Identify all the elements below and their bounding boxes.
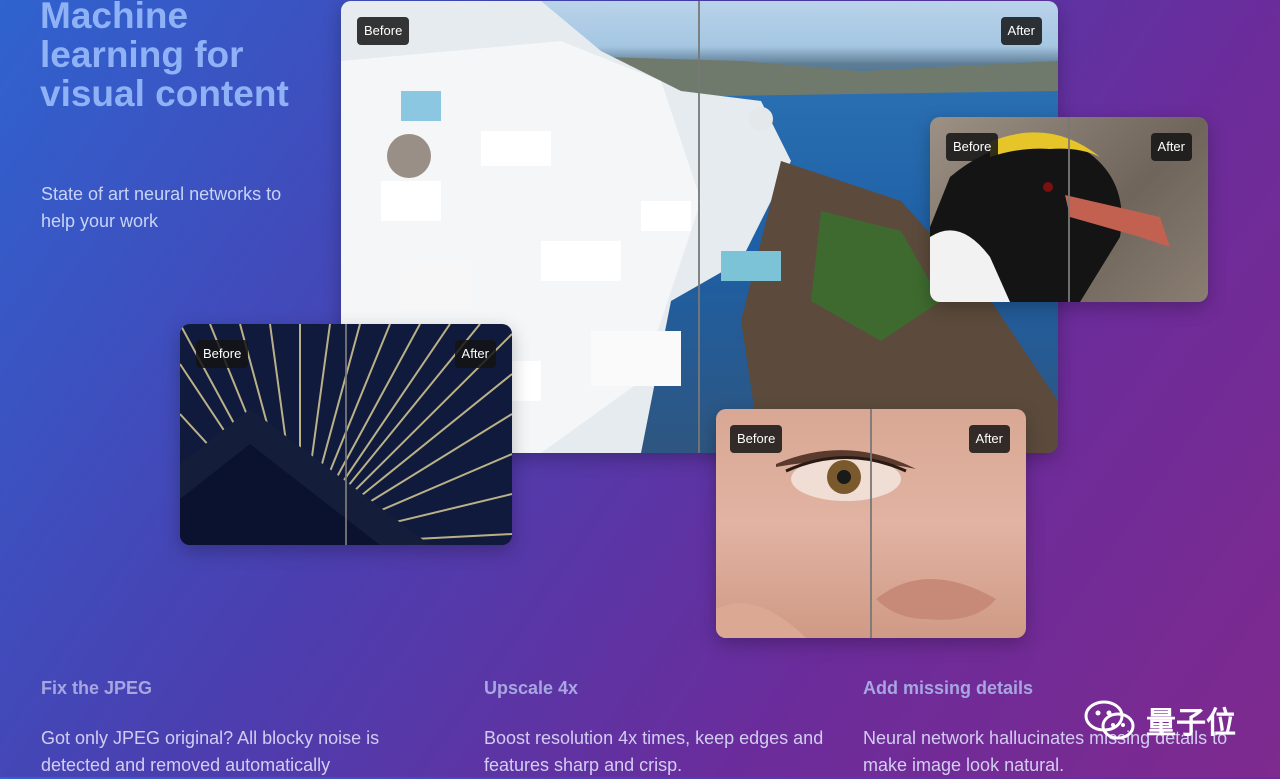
after-label: After: [968, 425, 1010, 453]
before-label: Before: [357, 17, 410, 45]
compare-divider[interactable]: [870, 409, 872, 638]
rays-comparison-image[interactable]: Before After: [180, 324, 512, 545]
before-label: Before: [730, 425, 783, 453]
feature-title-upscale: Upscale 4x: [484, 678, 579, 698]
hero-subtitle: State of art neural networks to help you…: [41, 184, 282, 231]
after-label: After: [1000, 17, 1042, 45]
compare-divider[interactable]: [345, 324, 347, 545]
hero-title: Machine learning for visual content: [40, 0, 289, 114]
feature-text-upscale: Boost resolution 4x times, keep edges an…: [484, 728, 824, 775]
feature-title-details: Add missing details: [863, 678, 1034, 698]
after-label: After: [1150, 133, 1192, 161]
feature-title-jpeg: Fix the JPEG: [41, 678, 153, 698]
watermark: 量子位: [1084, 698, 1236, 742]
wechat-icon: [1084, 700, 1135, 740]
compare-divider[interactable]: [1068, 117, 1070, 302]
before-label: Before: [946, 133, 999, 161]
before-label: Before: [196, 340, 249, 368]
penguin-comparison-image[interactable]: Before After: [930, 117, 1208, 302]
compare-divider[interactable]: [698, 1, 700, 453]
feature-text-jpeg: Got only JPEG original? All blocky noise…: [41, 728, 380, 775]
face-comparison-image[interactable]: Before After: [716, 409, 1026, 638]
after-label: After: [454, 340, 496, 368]
watermark-text: 量子位: [1146, 707, 1236, 740]
